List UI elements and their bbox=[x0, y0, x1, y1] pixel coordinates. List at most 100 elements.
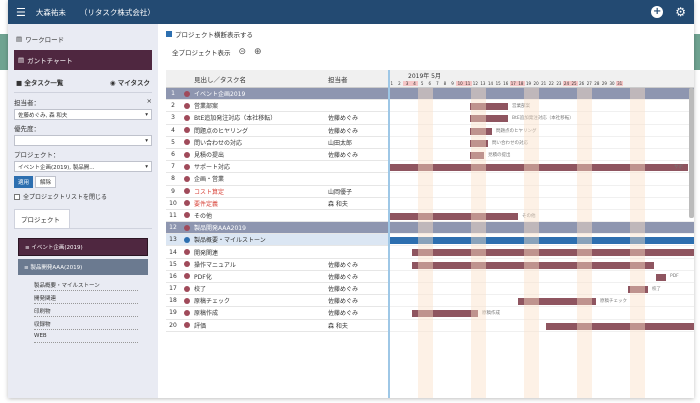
table-row[interactable]: 8 企画・営業 bbox=[166, 173, 388, 186]
task-title[interactable]: 製品開発AAA2019 bbox=[194, 223, 328, 232]
assignee-select[interactable]: 佐藤めぐみ, 森 和夫 ▾ bbox=[14, 109, 152, 120]
close-all-projects-option[interactable]: 全プロジェクトリストを閉じる bbox=[14, 192, 152, 201]
gantt-bar[interactable] bbox=[656, 273, 666, 281]
table-row[interactable]: 12 製品開発AAA2019 bbox=[166, 222, 388, 235]
table-row[interactable]: 1 イベント企画2019 bbox=[166, 88, 388, 101]
tab-all-tasks[interactable]: ■ 全タスク一覧 bbox=[16, 77, 63, 87]
vertical-scrollbar[interactable] bbox=[689, 88, 694, 218]
timeline-header: 2019年 5月 1 2 3 4 5 6 7 8 9 10 11 12 13 14 15 16 17 18 19 20… bbox=[388, 70, 694, 88]
task-owner: 佐藤めぐみ bbox=[328, 115, 359, 123]
row-number: 8 bbox=[171, 175, 175, 183]
weekend-column bbox=[418, 88, 433, 398]
cross-project-option[interactable]: プロジェクト横断表示する bbox=[162, 24, 694, 41]
task-title[interactable]: 原稿チェック bbox=[194, 296, 328, 305]
task-title[interactable]: 企画・営業 bbox=[194, 174, 328, 183]
project-sub-item[interactable]: 収録物 bbox=[34, 317, 138, 330]
gantt-bar[interactable] bbox=[388, 212, 518, 220]
clear-button[interactable]: 解除 bbox=[35, 176, 57, 188]
task-title[interactable]: 要件定義 bbox=[194, 199, 328, 208]
table-row[interactable]: 3 BtE追加発注対応（本社移転） 佐藤めぐみ bbox=[166, 112, 388, 125]
day-cell: 12 bbox=[472, 81, 478, 86]
timeline-month: 2019年 5月 bbox=[408, 73, 441, 80]
task-title[interactable]: サポート対応 bbox=[194, 162, 328, 171]
day-cell: 22 bbox=[548, 81, 554, 86]
column-header-owner: 担当者 bbox=[328, 75, 348, 84]
project-item-event[interactable]: ≡ イベント企画(2019) bbox=[18, 238, 148, 256]
gantt-bar[interactable] bbox=[412, 249, 694, 257]
close-all-checkbox[interactable] bbox=[14, 193, 20, 200]
task-title[interactable]: 営業部案 bbox=[194, 101, 328, 110]
gear-icon[interactable]: ⚙ bbox=[675, 5, 686, 19]
table-row[interactable]: 2 営業部案 bbox=[166, 100, 388, 113]
task-title[interactable]: 見積の提出 bbox=[194, 150, 328, 159]
today-marker bbox=[388, 70, 390, 398]
task-title[interactable]: BtE追加発注対応（本社移転） bbox=[194, 113, 328, 122]
add-icon[interactable]: + bbox=[651, 6, 664, 18]
task-title[interactable]: PDF化 bbox=[194, 272, 328, 281]
project-sub-item[interactable]: 製品概要・マイルストーン bbox=[34, 278, 138, 291]
project-item-product[interactable]: ≡ 製品開発AAA(2019) bbox=[18, 259, 148, 275]
task-title[interactable]: 問い合わせの対応 bbox=[194, 138, 328, 147]
task-title[interactable]: 製品概要・マイルストーン bbox=[194, 235, 328, 244]
task-title[interactable]: その他 bbox=[194, 211, 328, 220]
apply-button[interactable]: 適用 bbox=[14, 176, 34, 188]
cross-project-checkbox[interactable] bbox=[166, 31, 172, 37]
table-row[interactable]: 13 製品概要・マイルストーン bbox=[166, 234, 388, 247]
table-row[interactable]: 17 校了 佐藤めぐみ bbox=[166, 283, 388, 296]
sidebar-item-label: ワークロード bbox=[25, 36, 65, 44]
sidebar-item-workload[interactable]: ▤ ワークロード bbox=[14, 30, 152, 48]
chart-row: 問い合わせの対応 bbox=[388, 137, 694, 149]
all-projects-toggle[interactable]: 全プロジェクト表示 bbox=[172, 47, 231, 57]
table-row[interactable]: 6 見積の提出 佐藤めぐみ bbox=[166, 149, 388, 162]
column-header-title: 見出し／タスク名 bbox=[194, 75, 246, 84]
close-icon[interactable]: × bbox=[147, 97, 152, 107]
zoom-in-icon[interactable]: ⊕ bbox=[254, 47, 262, 57]
table-row[interactable]: 4 問題点のヒヤリング 佐藤めぐみ bbox=[166, 125, 388, 137]
task-title[interactable]: 操作マニュアル bbox=[194, 260, 328, 269]
task-title[interactable]: 校了 bbox=[194, 284, 328, 293]
task-owner: 佐藤めぐみ bbox=[328, 152, 359, 160]
task-title[interactable]: コスト算定 bbox=[194, 187, 328, 196]
table-row[interactable]: 15 操作マニュアル 佐藤めぐみ bbox=[166, 259, 388, 271]
table-row[interactable]: 7 サポート対応 bbox=[166, 161, 388, 174]
day-cell: 6 bbox=[428, 81, 432, 86]
task-title[interactable]: 開発関連 bbox=[194, 248, 328, 257]
project-sub-item[interactable]: 開発関連 bbox=[34, 291, 138, 304]
table-row[interactable]: 11 その他 bbox=[166, 210, 388, 223]
project-sub-item[interactable]: 印刷物 bbox=[34, 304, 138, 317]
priority-select[interactable]: ▾ bbox=[14, 135, 152, 146]
project-sub-item[interactable]: WEB bbox=[34, 330, 138, 343]
tab-my-tasks[interactable]: ◉ マイタスク bbox=[110, 77, 150, 87]
day-cell: 25 bbox=[570, 81, 578, 86]
project-select[interactable]: イベント企画(2019), 製品開... ▾ bbox=[14, 161, 152, 172]
table-row[interactable]: 14 開発関連 bbox=[166, 246, 388, 259]
table-row[interactable]: 9 コスト算定 山岡優子 bbox=[166, 186, 388, 198]
table-row[interactable]: 20 評価森 和夫 bbox=[166, 320, 388, 332]
table-row[interactable]: 19 原稿作成 佐藤めぐみ bbox=[166, 307, 388, 320]
day-cell: 13 bbox=[480, 81, 486, 86]
gantt-bar[interactable] bbox=[546, 322, 694, 330]
day-cell: 21 bbox=[541, 81, 547, 86]
gantt-chart: 2019年 5月 1 2 3 4 5 6 7 8 9 10 11 12 13 14 15 16 17 18 19 20… bbox=[388, 70, 694, 398]
table-row[interactable]: 5 問い合わせの対応 山田太郎 bbox=[166, 137, 388, 149]
status-dot bbox=[184, 212, 190, 219]
table-row[interactable]: 16 PDF化 佐藤めぐみ bbox=[166, 271, 388, 283]
zoom-out-icon[interactable]: ⊝ bbox=[239, 47, 247, 57]
status-dot bbox=[184, 249, 190, 256]
task-title[interactable]: 評価 bbox=[194, 321, 328, 330]
task-title[interactable]: 問題点のヒヤリング bbox=[194, 126, 328, 135]
tab-projects[interactable]: プロジェクト bbox=[14, 209, 70, 228]
day-cell: 24 bbox=[562, 81, 571, 86]
task-title[interactable]: 原稿作成 bbox=[194, 308, 328, 317]
hamburger-menu-icon[interactable]: ☰ bbox=[16, 6, 26, 19]
sidebar-item-gantt[interactable]: ▤ ガントチャート bbox=[14, 50, 152, 70]
task-title[interactable]: イベント企画2019 bbox=[194, 89, 328, 98]
table-row[interactable]: 18 原稿チェック 佐藤めぐみ bbox=[166, 295, 388, 308]
chevron-down-icon: ▾ bbox=[145, 111, 148, 118]
row-number: 4 bbox=[171, 126, 175, 134]
chart-row: 問題点のヒヤリング bbox=[388, 125, 694, 137]
table-row[interactable]: 10 要件定義森 和夫 bbox=[166, 198, 388, 210]
gantt-bar[interactable] bbox=[388, 237, 694, 245]
row-number: 11 bbox=[169, 211, 177, 219]
row-number: 18 bbox=[169, 297, 177, 305]
